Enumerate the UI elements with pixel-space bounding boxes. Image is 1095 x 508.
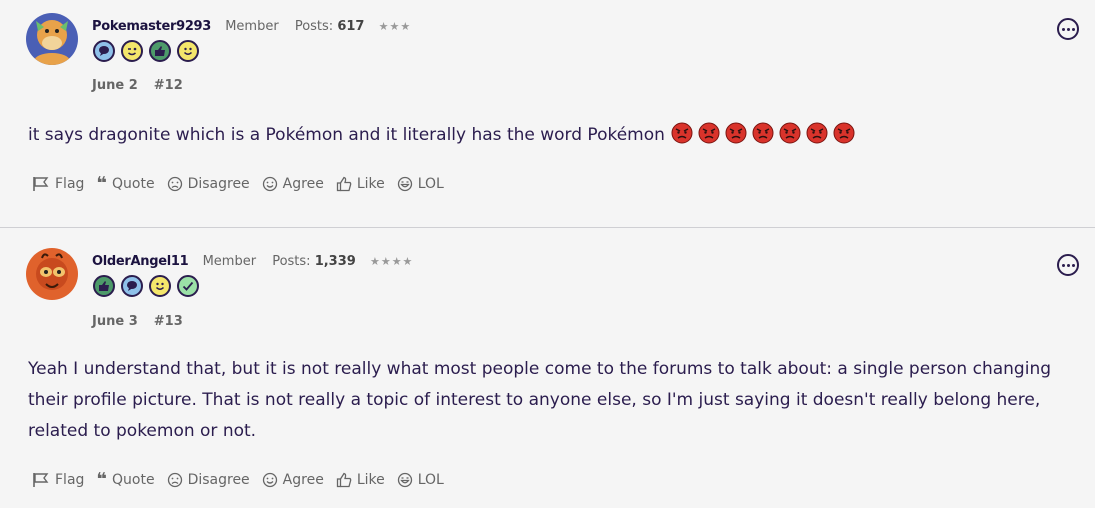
pokemon-avatar-image xyxy=(26,248,78,300)
laugh-face-icon xyxy=(397,176,412,192)
quote-icon: ❝ xyxy=(96,469,107,490)
angry-face-icon xyxy=(806,122,828,144)
post-options-icon[interactable] xyxy=(1057,18,1079,40)
like-button[interactable]: Like xyxy=(336,472,385,488)
reaction-bar: Flag ❝ Quote Disagree Agree Like LOL xyxy=(32,173,444,194)
thumbs-up-badge-icon[interactable] xyxy=(93,275,115,297)
post-options-icon[interactable] xyxy=(1057,254,1079,276)
smile-face-icon xyxy=(262,176,277,192)
posts-count: 1,339 xyxy=(314,254,356,269)
like-label: Like xyxy=(356,176,385,192)
lol-button[interactable]: LOL xyxy=(397,472,444,488)
frown-face-icon xyxy=(167,176,182,192)
lol-button[interactable]: LOL xyxy=(397,176,444,192)
reaction-bar: Flag ❝ Quote Disagree Agree Like LOL xyxy=(32,469,444,490)
flag-icon xyxy=(33,473,49,487)
user-rank: Member xyxy=(225,19,279,34)
user-rank: Member xyxy=(202,254,257,269)
speech-bubble-badge-icon[interactable] xyxy=(121,275,143,297)
post-dateline: June 2 #12 xyxy=(92,78,183,93)
angry-face-icon xyxy=(725,122,747,144)
smile-face-badge-icon[interactable] xyxy=(149,275,171,297)
angry-face-icon xyxy=(833,122,855,144)
post-body-text: it says dragonite which is a Pokémon and… xyxy=(28,125,665,145)
rank-stars: ★★★ xyxy=(378,20,412,33)
disagree-label: Disagree xyxy=(187,176,250,192)
agree-label: Agree xyxy=(282,176,324,192)
user-avatar[interactable] xyxy=(26,13,78,65)
quote-button[interactable]: ❝ Quote xyxy=(96,173,155,194)
like-button[interactable]: Like xyxy=(336,176,385,192)
rank-stars: ★★★★ xyxy=(369,255,414,268)
flag-label: Flag xyxy=(55,472,85,488)
user-avatar[interactable] xyxy=(26,248,78,300)
agree-label: Agree xyxy=(282,472,324,488)
post-author-meta: OlderAngel11 Member Posts: 1,339 ★★★★ xyxy=(92,254,413,269)
post-dateline: June 3 #13 xyxy=(92,314,183,329)
angry-face-icon xyxy=(752,122,774,144)
flag-icon xyxy=(33,177,49,191)
disagree-button[interactable]: Disagree xyxy=(167,176,250,192)
post-date[interactable]: June 2 xyxy=(92,78,138,93)
angry-face-icon xyxy=(671,122,693,144)
flag-label: Flag xyxy=(55,176,85,192)
thumbs-up-icon xyxy=(336,176,352,192)
angry-emoji-row xyxy=(671,122,855,144)
agree-button[interactable]: Agree xyxy=(262,472,324,488)
user-badges xyxy=(93,40,199,62)
frown-face-icon xyxy=(167,472,182,488)
smile-face-icon xyxy=(262,472,277,488)
speech-bubble-badge-icon[interactable] xyxy=(93,40,115,62)
quote-icon: ❝ xyxy=(96,173,107,194)
post-body: it says dragonite which is a Pokémon and… xyxy=(28,120,1065,151)
post-number[interactable]: #12 xyxy=(154,78,183,93)
lol-label: LOL xyxy=(417,472,444,488)
like-label: Like xyxy=(356,472,385,488)
disagree-label: Disagree xyxy=(187,472,250,488)
user-badges xyxy=(93,275,199,297)
smile-face-badge-icon[interactable] xyxy=(177,40,199,62)
thumbs-up-icon xyxy=(336,472,352,488)
lol-label: LOL xyxy=(417,176,444,192)
post-date[interactable]: June 3 xyxy=(92,314,138,329)
agree-button[interactable]: Agree xyxy=(262,176,324,192)
flag-button[interactable]: Flag xyxy=(32,176,84,192)
post-number[interactable]: #13 xyxy=(154,314,183,329)
check-badge-icon[interactable] xyxy=(177,275,199,297)
posts-label: Posts: xyxy=(294,19,334,34)
username[interactable]: Pokemaster9293 xyxy=(92,19,211,34)
angry-face-icon xyxy=(698,122,720,144)
post-body: Yeah I understand that, but it is not re… xyxy=(28,354,1065,447)
posts-label: Posts: xyxy=(272,254,311,269)
wink-face-badge-icon[interactable] xyxy=(121,40,143,62)
posts-count: 617 xyxy=(337,19,365,34)
quote-label: Quote xyxy=(112,176,155,192)
dragonite-avatar-image xyxy=(26,13,78,65)
forum-post: Pokemaster9293 Member Posts: 617 ★★★ Jun… xyxy=(0,0,1095,228)
username[interactable]: OlderAngel11 xyxy=(92,254,189,269)
laugh-face-icon xyxy=(397,472,412,488)
disagree-button[interactable]: Disagree xyxy=(167,472,250,488)
thumbs-up-badge-icon[interactable] xyxy=(149,40,171,62)
angry-face-icon xyxy=(779,122,801,144)
forum-post: OlderAngel11 Member Posts: 1,339 ★★★★ Ju… xyxy=(0,228,1095,507)
quote-label: Quote xyxy=(112,472,155,488)
flag-button[interactable]: Flag xyxy=(32,472,84,488)
post-author-meta: Pokemaster9293 Member Posts: 617 ★★★ xyxy=(92,19,411,34)
post-body-text: Yeah I understand that, but it is not re… xyxy=(28,359,1052,441)
quote-button[interactable]: ❝ Quote xyxy=(96,469,155,490)
